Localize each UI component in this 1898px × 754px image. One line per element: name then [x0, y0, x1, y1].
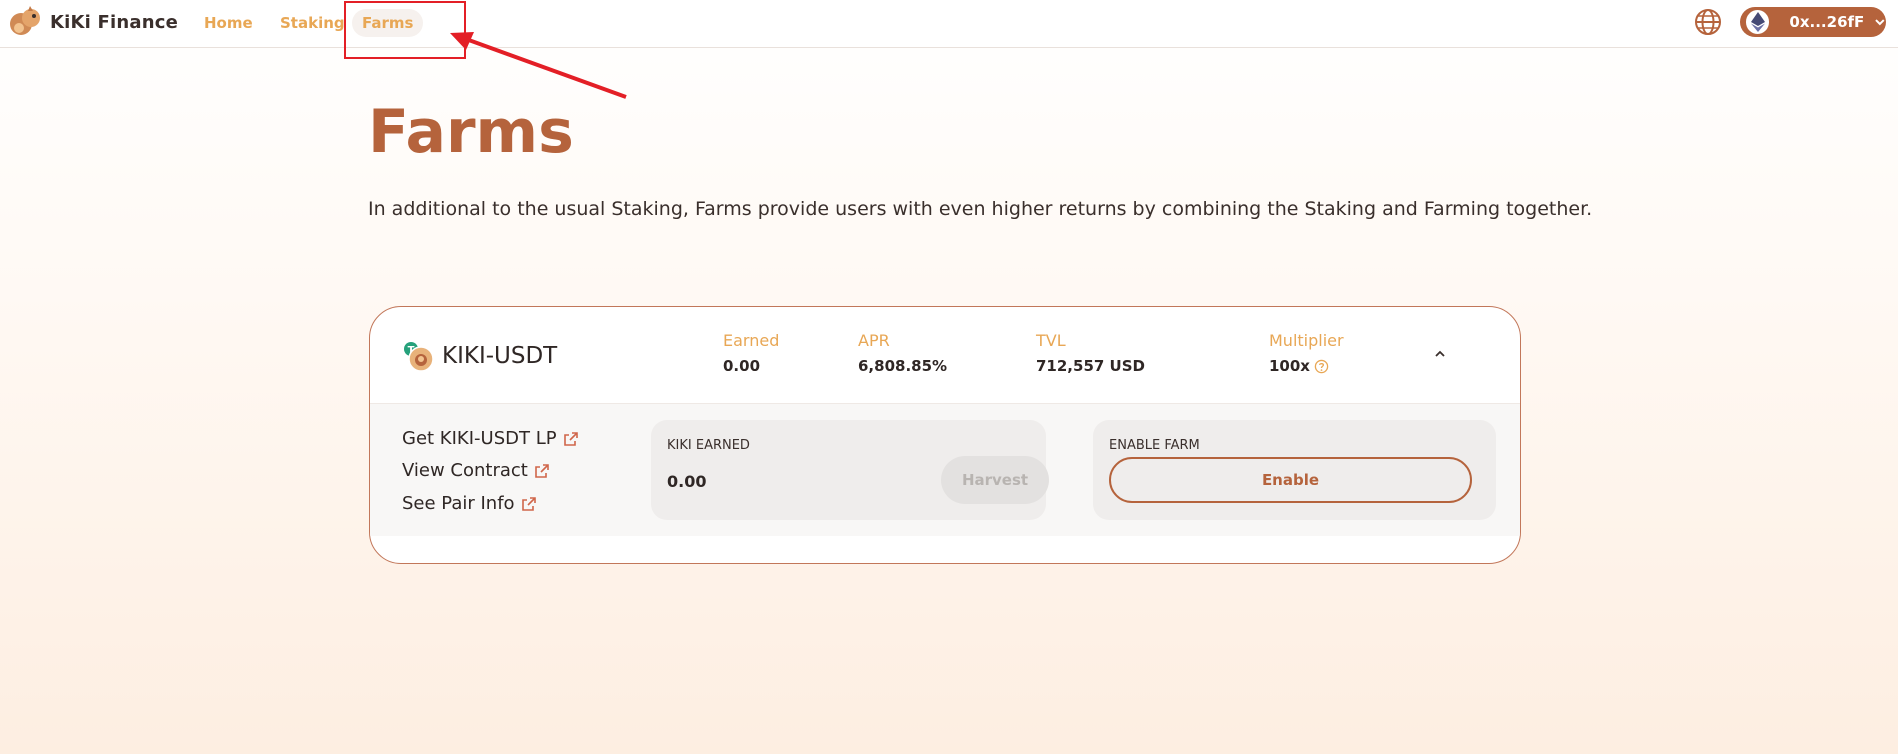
harvest-button[interactable]: Harvest [941, 456, 1049, 504]
page-description: In additional to the usual Staking, Farm… [368, 198, 1593, 220]
stat-earned-label: Earned [723, 331, 780, 350]
nav-farms[interactable]: Farms [352, 9, 424, 37]
chevron-down-icon [1875, 19, 1885, 26]
farm-card-header[interactable]: T KIKI-USDT Earned 0.00 APR 6,808.85% TV… [370, 307, 1520, 403]
stat-tvl-value: 712,557 USD [1036, 357, 1145, 375]
stat-tvl-label: TVL [1036, 331, 1066, 350]
see-pair-info-link-label: See Pair Info [402, 493, 515, 514]
nav-staking[interactable]: Staking [270, 9, 355, 37]
stat-apr-label: APR [858, 331, 890, 350]
stat-multiplier: Multiplier 100x [1269, 331, 1344, 375]
farm-card-details: Get KIKI-USDT LP View Contract See Pair … [370, 403, 1520, 536]
kiki-earned-panel: KIKI EARNED 0.00 Harvest [651, 420, 1049, 520]
logo-text: KiKi Finance [50, 11, 179, 33]
stat-multiplier-value: 100x [1269, 357, 1344, 375]
page-title: Farms [368, 97, 574, 167]
question-circle-icon[interactable] [1314, 359, 1329, 374]
stat-multiplier-label: Multiplier [1269, 331, 1344, 350]
stat-earned-value: 0.00 [723, 357, 779, 375]
chevron-up-icon[interactable] [1432, 347, 1448, 361]
kiki-earned-label: KIKI EARNED [667, 438, 750, 453]
kiki-earned-value: 0.00 [667, 472, 707, 491]
token-pair-icon: T [404, 342, 434, 372]
wallet-button[interactable]: 0x...26fF [1740, 7, 1886, 37]
stat-earned-number: 0.00 [723, 357, 761, 375]
external-link-icon [535, 463, 549, 478]
enable-farm-label: ENABLE FARM [1109, 438, 1200, 453]
ethereum-icon [1746, 10, 1770, 34]
external-link-icon [521, 496, 536, 511]
farm-card: T KIKI-USDT Earned 0.00 APR 6,808.85% TV… [369, 306, 1521, 564]
stat-tvl: TVL 712,557 USD [1036, 331, 1145, 375]
nav-home[interactable]: Home [194, 9, 263, 37]
stat-apr: APR 6,808.85% [858, 331, 947, 375]
stat-earned: Earned 0.00 [723, 331, 779, 375]
enable-button[interactable]: Enable [1109, 457, 1472, 503]
enable-farm-panel: ENABLE FARM Enable [1093, 420, 1496, 520]
logo[interactable]: KiKi Finance [8, 4, 178, 40]
see-pair-info-link[interactable]: See Pair Info [402, 493, 537, 514]
get-lp-link[interactable]: Get KIKI-USDT LP [402, 428, 579, 449]
globe-icon[interactable] [1693, 7, 1723, 37]
farm-pair-name: KIKI-USDT [442, 343, 558, 369]
stat-multiplier-number: 100x [1269, 357, 1310, 375]
stat-apr-number: 6,808.85% [858, 357, 948, 375]
squirrel-logo-icon [10, 6, 40, 35]
stat-apr-value: 6,808.85% [858, 357, 947, 375]
wallet-address: 0x...26fF [1789, 13, 1865, 31]
top-navbar: KiKi Finance Home Staking Farms 0x...26f… [0, 0, 1898, 48]
stat-tvl-number: 712,557 USD [1036, 357, 1145, 375]
view-contract-link[interactable]: View Contract [402, 460, 550, 481]
view-contract-link-label: View Contract [402, 460, 528, 481]
get-lp-link-label: Get KIKI-USDT LP [402, 428, 557, 449]
external-link-icon [563, 431, 578, 446]
